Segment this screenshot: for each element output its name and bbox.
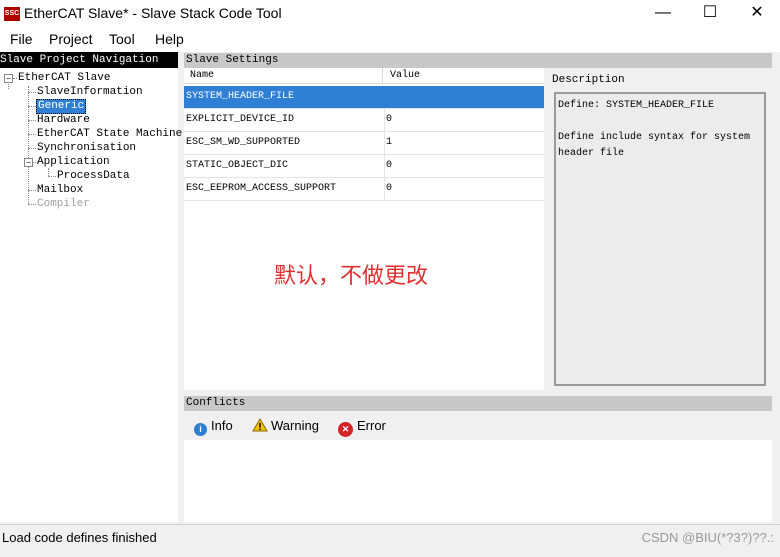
close-button[interactable]: ✕ xyxy=(734,0,780,28)
tree-connector xyxy=(28,92,36,93)
tree-connector xyxy=(28,190,36,191)
setting-name: STATIC_OBJECT_DIC xyxy=(186,160,289,171)
cell-separator xyxy=(384,178,385,200)
tree-connector xyxy=(28,120,36,121)
info-filter-button[interactable]: i Info xyxy=(194,417,233,436)
setting-name: ESC_EEPROM_ACCESS_SUPPORT xyxy=(186,183,337,194)
settings-row[interactable]: SYSTEM_HEADER_FILE xyxy=(184,86,544,109)
setting-value[interactable]: 0 xyxy=(386,155,542,177)
title-bar: SSC EtherCAT Slave* - Slave Stack Code T… xyxy=(0,0,780,28)
status-bar: Load code defines finished CSDN @BIU(*?3… xyxy=(0,524,780,557)
value-cell-highlight xyxy=(385,86,544,108)
warning-label: Warning xyxy=(271,418,319,433)
description-box: Define: SYSTEM_HEADER_FILE Define includ… xyxy=(554,92,766,386)
cell-separator xyxy=(384,155,385,177)
error-filter-button[interactable]: ✕ Error xyxy=(338,417,386,437)
menu-tool[interactable]: Tool xyxy=(109,31,135,47)
tree-connector xyxy=(28,148,36,149)
info-label: Info xyxy=(211,418,233,433)
project-navigation-panel: Slave Project Navigation − − EtherCAT Sl… xyxy=(0,52,182,522)
info-icon: i xyxy=(194,423,207,436)
nav-header: Slave Project Navigation xyxy=(0,52,178,68)
status-text: Load code defines finished xyxy=(2,530,157,545)
settings-row[interactable]: EXPLICIT_DEVICE_ID 0 xyxy=(184,109,544,132)
tree-item-generic[interactable]: Generic xyxy=(36,99,87,114)
warning-icon xyxy=(252,418,268,432)
setting-value[interactable]: 0 xyxy=(386,178,542,200)
minimize-button[interactable]: — xyxy=(640,0,686,28)
slave-settings-header: Slave Settings xyxy=(184,53,772,68)
setting-value[interactable]: 0 xyxy=(386,109,542,131)
description-label: Description xyxy=(552,74,625,86)
cell-separator xyxy=(384,132,385,154)
watermark-text: CSDN @BIU(*?3?)??.: xyxy=(641,530,774,545)
conflicts-header: Conflicts xyxy=(184,396,772,411)
collapse-icon[interactable]: − xyxy=(4,74,13,83)
conflicts-list xyxy=(184,440,772,522)
tree-connector xyxy=(28,86,29,204)
tree-item-synchronisation[interactable]: Synchronisation xyxy=(37,142,136,155)
menu-help[interactable]: Help xyxy=(155,31,184,47)
settings-grid: Name Value SYSTEM_HEADER_FILE EXPLICIT_D… xyxy=(184,68,544,390)
tree-connector xyxy=(13,78,17,79)
tree-item-slave-information[interactable]: SlaveInformation xyxy=(37,86,143,99)
description-text: Define include syntax for system header … xyxy=(558,132,751,159)
collapse-icon[interactable]: − xyxy=(24,158,33,167)
column-header-name[interactable]: Name xyxy=(184,68,383,84)
description-define: Define: SYSTEM_HEADER_FILE xyxy=(558,100,715,111)
window-title: EtherCAT Slave* - Slave Stack Code Tool xyxy=(24,5,282,21)
cell-separator xyxy=(384,109,385,131)
tree-item-mailbox[interactable]: Mailbox xyxy=(37,184,83,197)
menu-project[interactable]: Project xyxy=(49,31,93,47)
tree-item-state-machine[interactable]: EtherCAT State Machine xyxy=(37,128,182,141)
maximize-button[interactable]: ☐ xyxy=(687,0,733,28)
settings-row[interactable]: ESC_SM_WD_SUPPORTED 1 xyxy=(184,132,544,155)
menu-file[interactable]: File xyxy=(10,31,33,47)
tree-connector xyxy=(28,106,36,107)
tree-connector xyxy=(28,134,36,135)
error-icon: ✕ xyxy=(338,422,353,437)
tree-item-application[interactable]: Application xyxy=(37,156,110,169)
setting-value[interactable]: 1 xyxy=(386,132,542,154)
annotation-text: 默认，不做更改 xyxy=(274,263,429,288)
tree-connector xyxy=(48,168,49,176)
setting-name: EXPLICIT_DEVICE_ID xyxy=(186,114,295,125)
setting-name: SYSTEM_HEADER_FILE xyxy=(186,91,295,102)
tree-item-hardware[interactable]: Hardware xyxy=(37,114,90,127)
tree-item-ethercat-slave[interactable]: EtherCAT Slave xyxy=(18,72,110,85)
settings-row[interactable]: ESC_EEPROM_ACCESS_SUPPORT 0 xyxy=(184,178,544,201)
tree-item-compiler[interactable]: Compiler xyxy=(37,198,90,211)
tree-item-process-data[interactable]: ProcessData xyxy=(57,170,130,183)
error-label: Error xyxy=(357,418,386,433)
setting-name: ESC_SM_WD_SUPPORTED xyxy=(186,137,301,148)
app-icon: SSC xyxy=(4,7,20,21)
tree-connector xyxy=(48,176,56,177)
warning-filter-button[interactable]: Warning xyxy=(252,417,319,435)
tree-connector xyxy=(28,204,36,205)
settings-row[interactable]: STATIC_OBJECT_DIC 0 xyxy=(184,155,544,178)
tree-connector xyxy=(8,82,9,89)
column-header-value[interactable]: Value xyxy=(384,68,544,84)
tree-connector xyxy=(33,162,36,163)
menu-bar: File Project Tool Help xyxy=(0,28,780,52)
conflicts-toolbar: i Info Warning ✕ Error xyxy=(184,414,772,438)
